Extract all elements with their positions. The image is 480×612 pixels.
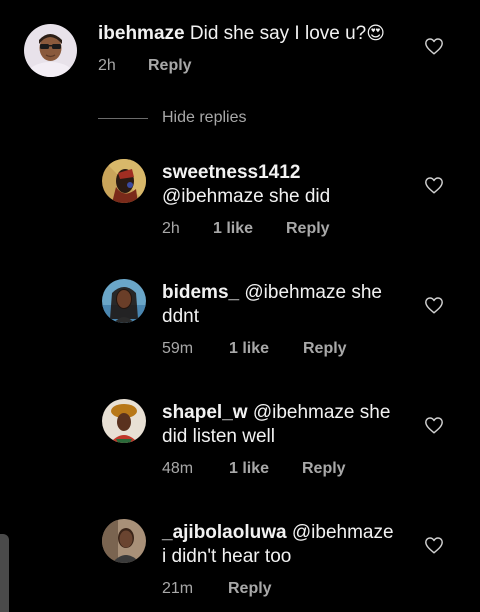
reply-time: 48m — [162, 460, 194, 477]
reply-text: she — [351, 282, 382, 303]
comment-text: Did she say I love u? — [189, 23, 367, 44]
reply-time: 2h — [162, 220, 180, 237]
hide-replies-label[interactable]: Hide replies — [162, 109, 246, 127]
reply-button[interactable]: Reply — [303, 340, 347, 358]
reply-username[interactable]: shapel_w — [162, 402, 248, 423]
avatar-sweetness1412[interactable] — [102, 159, 146, 203]
reply-username[interactable]: bidems_ — [162, 282, 239, 303]
likes-count[interactable]: 1 like — [229, 460, 302, 478]
reply-button[interactable]: Reply — [228, 580, 272, 598]
avatar-shapel-w[interactable] — [102, 399, 146, 443]
reply-text: she did — [268, 186, 331, 207]
reply-text-continued: ddnt — [162, 306, 199, 327]
hide-replies-toggle[interactable]: Hide replies — [98, 108, 246, 128]
heart-eyes-emoji: 😍 — [366, 23, 386, 43]
mention-link[interactable]: @ibehmaze — [292, 522, 394, 543]
avatar-bidems[interactable] — [102, 279, 146, 323]
reply-button[interactable]: Reply — [148, 57, 192, 75]
heart-outline-icon[interactable] — [424, 37, 446, 57]
reply-text: i didn't hear too — [162, 546, 292, 567]
comment-username[interactable]: ibehmaze — [98, 23, 185, 44]
reply-username[interactable]: _ajibolaoluwa — [162, 522, 287, 543]
likes-count[interactable]: 1 like — [229, 340, 303, 358]
heart-outline-icon[interactable] — [424, 176, 446, 196]
divider-line — [98, 117, 148, 119]
mention-link[interactable]: @ibehmaze — [253, 402, 355, 423]
heart-outline-icon[interactable] — [424, 416, 446, 436]
edge-scroll-indicator — [0, 534, 9, 612]
reply-button[interactable]: Reply — [286, 220, 330, 238]
avatar-ibehmaze[interactable] — [24, 24, 77, 77]
reply-time: 21m — [162, 580, 194, 597]
mention-link[interactable]: @ibehmaze — [244, 282, 346, 303]
heart-outline-icon[interactable] — [424, 536, 446, 556]
comment-time: 2h — [98, 57, 116, 74]
reply-time: 59m — [162, 340, 194, 357]
mention-link[interactable]: @ibehmaze — [162, 186, 264, 207]
reply-username[interactable]: sweetness1412 — [162, 162, 300, 183]
avatar-ajibolaoluwa[interactable] — [102, 519, 146, 563]
reply-button[interactable]: Reply — [302, 460, 346, 478]
reply-text-continued: did listen well — [162, 426, 275, 447]
reply-text: she — [359, 402, 391, 423]
likes-count[interactable]: 1 like — [213, 220, 286, 238]
heart-outline-icon[interactable] — [424, 296, 446, 316]
